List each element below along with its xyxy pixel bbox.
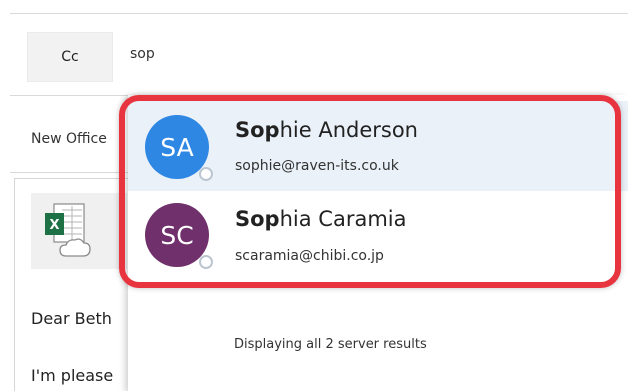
body-text-line: I'm please	[31, 366, 114, 385]
cc-button-label: Cc	[61, 49, 79, 65]
divider	[10, 13, 628, 14]
presence-status-icon	[199, 167, 213, 181]
name-rest-text: hie Anderson	[279, 118, 418, 142]
search-results-status: Displaying all 2 server results	[234, 337, 427, 352]
excel-file-icon: X	[45, 203, 91, 257]
email-compose-window: Cc sop New Office X Dear Beth I'm please…	[0, 0, 628, 391]
contact-name: Sophie Anderson	[235, 118, 418, 142]
suggestion-item[interactable]: SA Sophie Anderson sophie@raven-its.co.u…	[128, 101, 628, 191]
name-match-text: Sop	[235, 207, 280, 231]
cc-button[interactable]: Cc	[27, 32, 113, 82]
cc-input[interactable]: sop	[130, 46, 155, 62]
presence-status-icon	[199, 255, 213, 269]
divider	[10, 172, 140, 173]
avatar-initials: SA	[160, 132, 194, 162]
suggestion-item[interactable]: SC Sophia Caramia scaramia@chibi.co.jp	[128, 191, 628, 281]
contact-email: scaramia@chibi.co.jp	[235, 248, 384, 264]
contact-name: Sophia Caramia	[235, 207, 406, 231]
name-match-text: Sop	[235, 118, 280, 142]
contact-suggestions-dropdown: SA Sophie Anderson sophie@raven-its.co.u…	[128, 95, 628, 391]
subject-field[interactable]: New Office	[31, 131, 107, 147]
name-rest-text: hia Caramia	[279, 207, 407, 231]
contact-email: sophie@raven-its.co.uk	[235, 158, 399, 174]
avatar-initials: SC	[160, 220, 194, 250]
body-text-line: Dear Beth	[31, 309, 112, 328]
svg-text:X: X	[49, 218, 59, 233]
